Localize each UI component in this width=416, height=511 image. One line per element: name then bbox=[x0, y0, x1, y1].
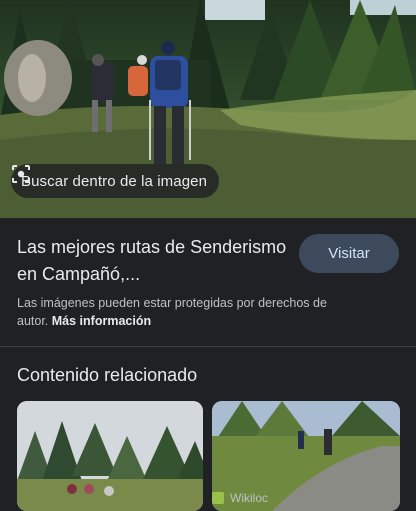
lens-scan-icon bbox=[12, 165, 30, 183]
search-in-image-label: Buscar dentro de la imagen bbox=[21, 172, 208, 190]
related-title: Contenido relacionado bbox=[17, 365, 198, 385]
visit-button[interactable]: Visitar bbox=[299, 234, 399, 273]
search-in-image-button[interactable]: Buscar dentro de la imagen bbox=[11, 164, 220, 198]
card2-source-label: Wikiloc bbox=[230, 491, 268, 505]
wikiloc-icon bbox=[212, 492, 224, 504]
result-title[interactable]: Las mejores rutas de Senderismo en Campa… bbox=[17, 234, 287, 288]
divider bbox=[0, 346, 416, 347]
more-info-link[interactable]: Más información bbox=[52, 314, 151, 328]
related-card-1[interactable] bbox=[17, 401, 203, 511]
card2-source[interactable]: Wikiloc bbox=[212, 491, 268, 505]
related-image-1 bbox=[17, 401, 203, 511]
copyright-note: Las imágenes pueden estar protegidas por… bbox=[17, 294, 347, 330]
main-image[interactable]: Buscar dentro de la imagen bbox=[0, 0, 416, 218]
